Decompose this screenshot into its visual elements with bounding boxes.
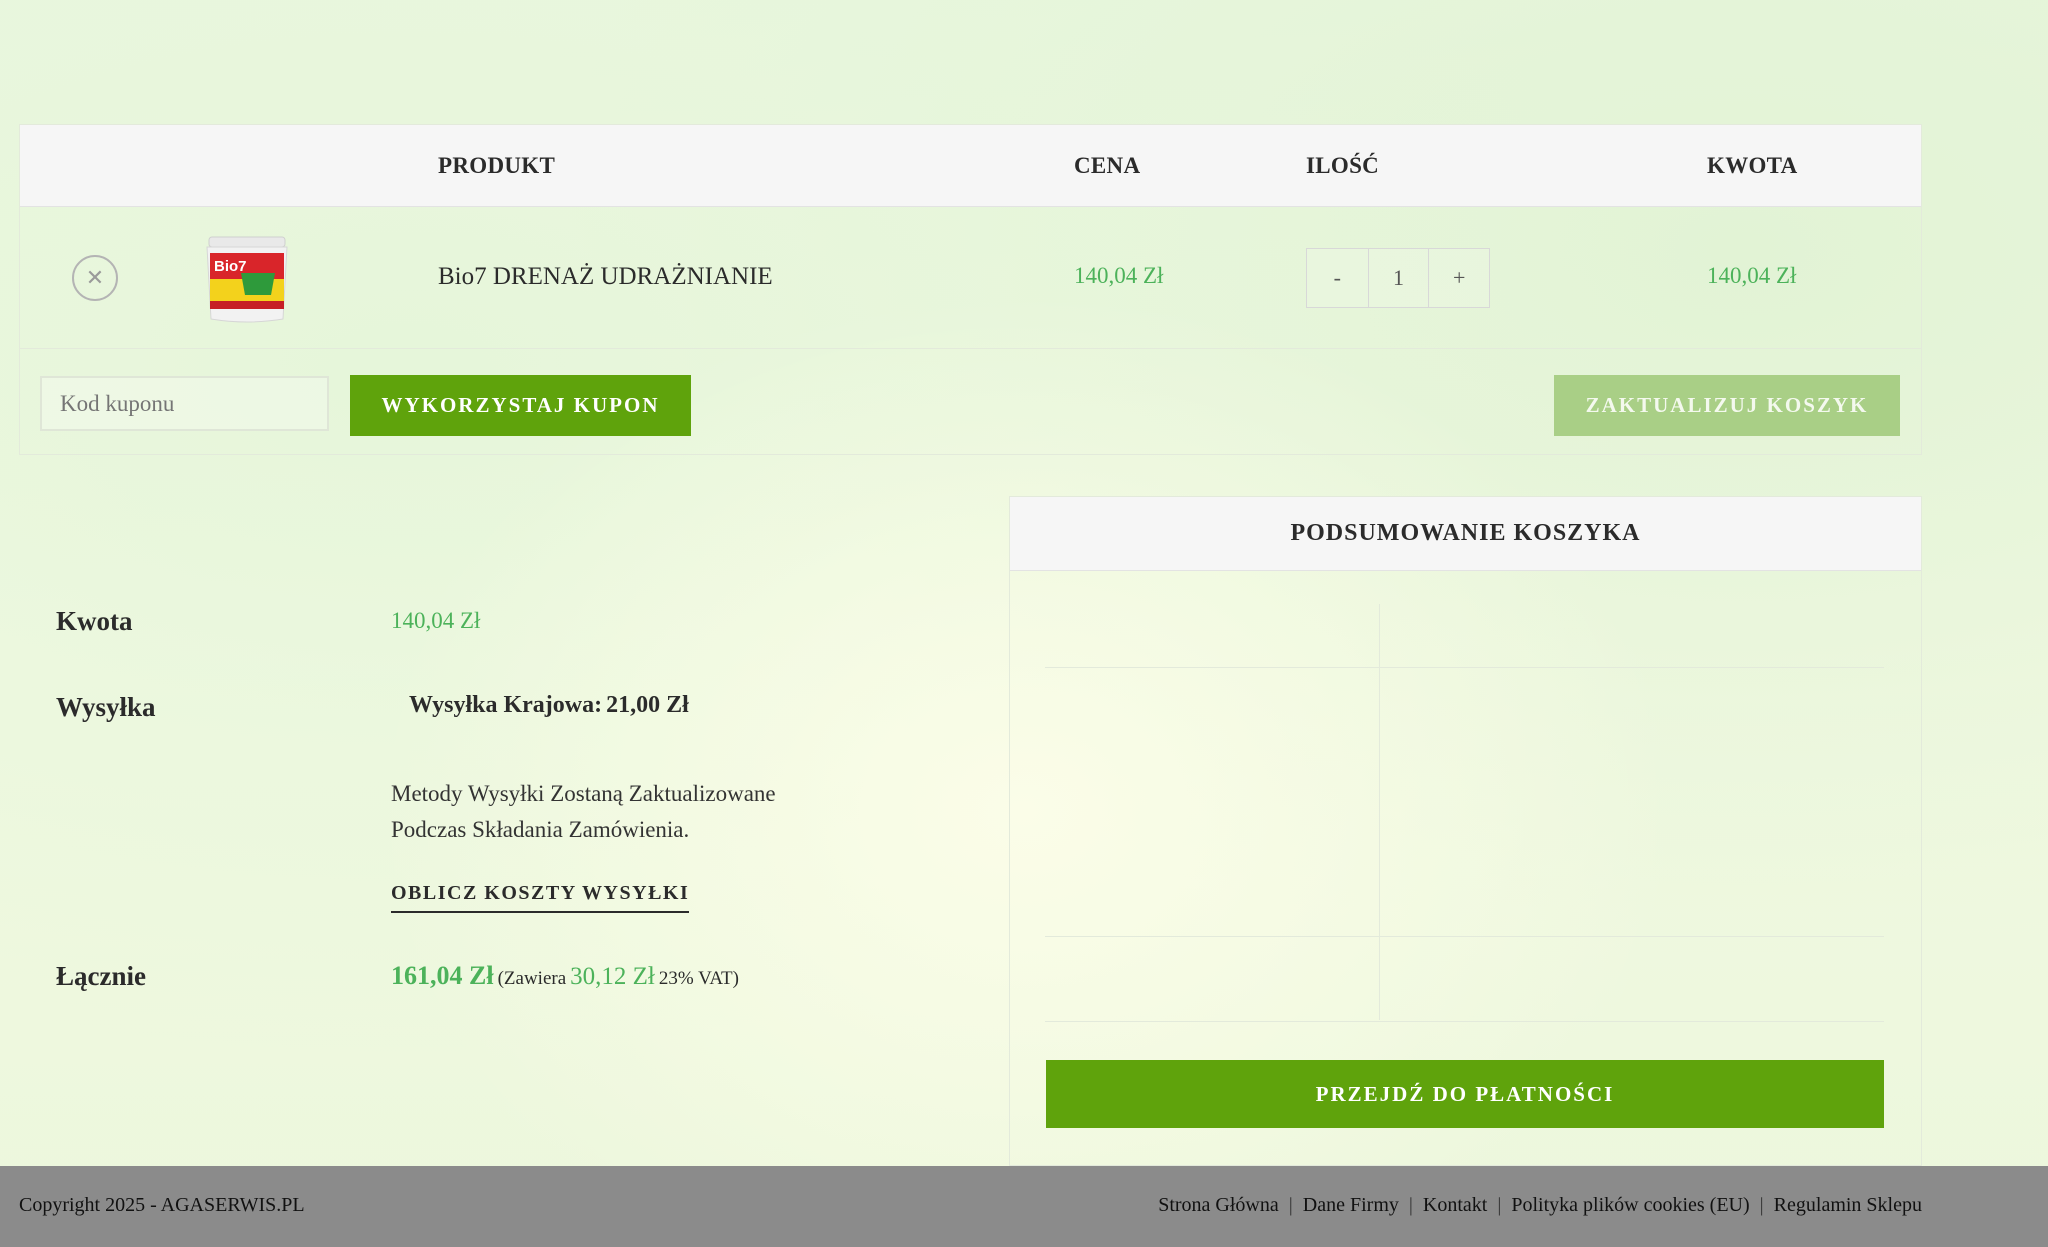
- footer-link-company[interactable]: Dane Firmy: [1303, 1194, 1399, 1217]
- footer-separator: |: [1497, 1194, 1502, 1216]
- footer-separator: |: [1408, 1194, 1413, 1216]
- header-product: PRODUKT: [438, 153, 556, 178]
- header-price: CENA: [1074, 153, 1141, 178]
- shipping-note-line1: Metody Wysyłki Zostaną Zaktualizowane: [391, 781, 776, 806]
- totals-row-divider: [1045, 667, 1884, 668]
- remove-item-button[interactable]: ✕: [72, 255, 118, 301]
- qty-input[interactable]: 1: [1367, 249, 1429, 307]
- footer-link-terms[interactable]: Regulamin Sklepu: [1774, 1194, 1922, 1217]
- product-thumbnail[interactable]: Bio7: [201, 233, 293, 325]
- thumb-brand: Bio7: [214, 258, 247, 275]
- total-label: Łącznie: [56, 961, 146, 991]
- header-quantity: ILOŚĆ: [1306, 153, 1380, 178]
- tax-value: 30,12 Zł: [570, 963, 655, 990]
- header-amount: KWOTA: [1707, 153, 1798, 178]
- subtotal-row: Kwota 140,04 Zł: [36, 604, 875, 667]
- product-price: 140,04 Zł: [1074, 263, 1164, 288]
- tax-suffix: 23% VAT): [658, 968, 739, 989]
- cart-actions: WYKORZYSTAJ KUPON ZAKTUALIZUJ KOSZYK: [20, 349, 1921, 454]
- close-icon: ✕: [85, 265, 105, 291]
- product-name[interactable]: Bio7 DRENAŻ UDRAŻNIANIE: [438, 263, 773, 291]
- tax-prefix: (Zawiera: [497, 968, 567, 989]
- shipping-row: Wysyłka Wysyłka Krajowa: 21,00 Zł Metody…: [36, 668, 875, 936]
- cart-table: PRODUKT CENA ILOŚĆ KWOTA ✕ Bio7 Bio7 DRE…: [19, 124, 1922, 455]
- qty-plus-button[interactable]: +: [1428, 249, 1489, 307]
- total-value: 161,04 Zł: [391, 961, 494, 990]
- footer-separator: |: [1759, 1194, 1764, 1216]
- shipping-label: Wysyłka: [56, 692, 156, 722]
- copyright-text: Copyright 2025 - AGASERWIS.PL: [19, 1194, 305, 1216]
- update-cart-button[interactable]: ZAKTUALIZUJ KOSZYK: [1554, 375, 1900, 436]
- coupon-input[interactable]: [40, 376, 329, 431]
- shipping-note-line2: Podczas Składania Zamówienia.: [391, 817, 690, 842]
- apply-coupon-button[interactable]: WYKORZYSTAJ KUPON: [350, 375, 691, 436]
- checkout-button[interactable]: PRZEJDŹ DO PŁATNOŚCI: [1046, 1060, 1884, 1128]
- quantity-stepper: - 1 +: [1306, 248, 1490, 308]
- shipping-option-price: 21,00 Zł: [606, 692, 689, 718]
- total-row: Łącznie 161,04 Zł (Zawiera 30,12 Zł 23% …: [36, 937, 875, 1021]
- footer-link-home[interactable]: Strona Główna: [1158, 1194, 1279, 1217]
- calculate-shipping-link[interactable]: OBLICZ KOSZTY WYSYŁKI: [391, 882, 690, 913]
- footer-link-cookies[interactable]: Polityka plików cookies (EU): [1511, 1194, 1749, 1217]
- total-value-group: 161,04 Zł (Zawiera 30,12 Zł 23% VAT): [391, 961, 739, 991]
- footer-links: Strona Główna | Dane Firmy | Kontakt | P…: [1158, 1194, 1922, 1217]
- subtotal-value: 140,04 Zł: [391, 608, 481, 633]
- cart-totals-title: PODSUMOWANIE KOSZYKA: [1010, 497, 1921, 571]
- qty-minus-button[interactable]: -: [1307, 249, 1368, 307]
- totals-row-divider: [1045, 936, 1884, 937]
- footer-separator: |: [1288, 1194, 1293, 1216]
- cart-table-header: PRODUKT CENA ILOŚĆ KWOTA: [20, 125, 1921, 207]
- shipping-option[interactable]: Wysyłka Krajowa: 21,00 Zł: [409, 692, 689, 719]
- totals-row-divider: [1045, 1021, 1884, 1022]
- table-row: ✕ Bio7 Bio7 DRENAŻ UDRAŻNIANIE 140,04 Zł…: [20, 207, 1921, 349]
- footer: Copyright 2025 - AGASERWIS.PL Strona Głó…: [0, 1166, 2048, 1247]
- shipping-option-label: Wysyłka Krajowa:: [409, 692, 603, 718]
- subtotal-label: Kwota: [56, 606, 133, 636]
- shipping-note: Metody Wysyłki Zostaną Zaktualizowane Po…: [391, 776, 776, 848]
- footer-link-contact[interactable]: Kontakt: [1423, 1194, 1487, 1217]
- product-amount: 140,04 Zł: [1707, 263, 1797, 288]
